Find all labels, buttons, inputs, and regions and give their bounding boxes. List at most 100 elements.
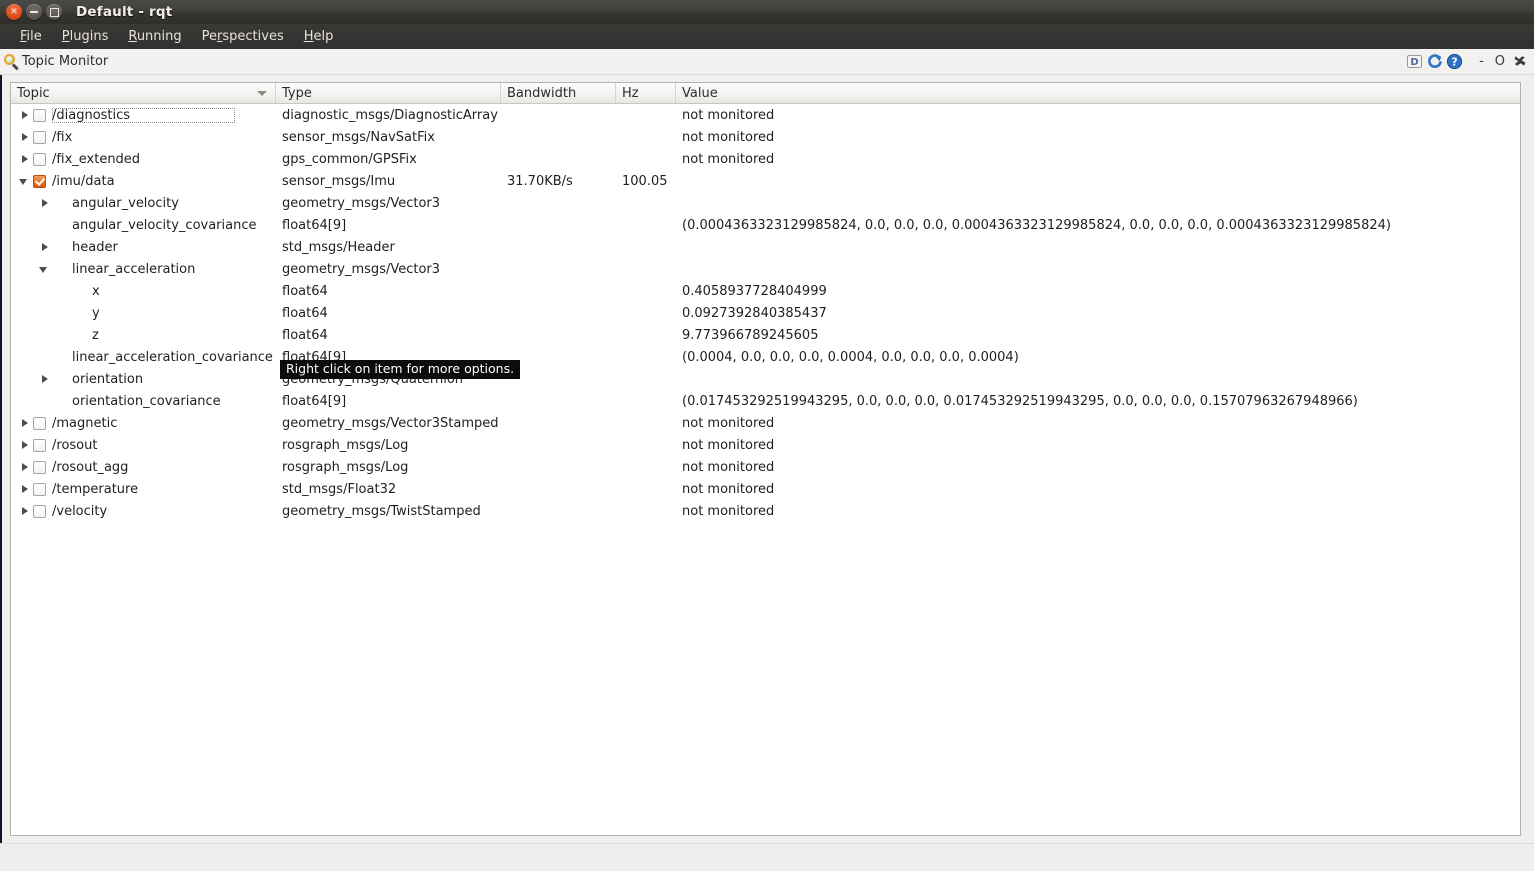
expand-arrow-closed-icon[interactable] bbox=[39, 198, 50, 209]
topic-monitor-checkbox[interactable] bbox=[33, 482, 46, 496]
table-row[interactable]: /fix sensor_msgs/NavSatFix not monitored bbox=[11, 126, 1520, 148]
menu-plugins[interactable]: Plugins bbox=[52, 27, 119, 46]
expand-arrow-closed-icon[interactable] bbox=[19, 132, 30, 143]
expand-arrow-open-icon[interactable] bbox=[39, 264, 50, 275]
topic-name-label: x bbox=[92, 283, 100, 299]
expand-arrow-closed-icon[interactable] bbox=[39, 374, 50, 385]
expand-arrow-closed-icon[interactable] bbox=[19, 440, 30, 451]
expand-arrow-closed-icon[interactable] bbox=[19, 484, 30, 495]
menu-help[interactable]: Help bbox=[294, 27, 344, 46]
cell-value: not monitored bbox=[682, 129, 775, 145]
topic-monitor-checkbox[interactable] bbox=[33, 108, 46, 122]
column-header-value[interactable]: Value bbox=[676, 83, 1520, 103]
reload-icon[interactable] bbox=[1426, 53, 1443, 70]
expand-arrow-closed-icon[interactable] bbox=[19, 418, 30, 429]
expand-arrow-closed-icon[interactable] bbox=[19, 506, 30, 517]
expand-arrow-open-icon[interactable] bbox=[19, 176, 30, 187]
table-row[interactable]: header std_msgs/Header bbox=[11, 236, 1520, 258]
table-row[interactable]: x float64 0.4058937728404999 bbox=[11, 280, 1520, 302]
table-row[interactable]: y float64 0.0927392840385437 bbox=[11, 302, 1520, 324]
cell-value: 0.0927392840385437 bbox=[682, 305, 827, 321]
topic-name-label: y bbox=[92, 305, 100, 321]
topic-name-label: angular_velocity bbox=[72, 195, 179, 211]
cell-topic: /diagnostics bbox=[11, 107, 276, 123]
table-row[interactable]: angular_velocity geometry_msgs/Vector3 bbox=[11, 192, 1520, 214]
topic-monitor-checkbox[interactable] bbox=[33, 130, 46, 144]
cell-value: (0.0004, 0.0, 0.0, 0.0, 0.0004, 0.0, 0.0… bbox=[682, 349, 1019, 365]
pane-float-button[interactable]: O bbox=[1491, 55, 1509, 68]
topic-tree[interactable]: Topic Type Bandwidth Hz Value /diagnosti… bbox=[10, 82, 1521, 836]
cell-value: not monitored bbox=[682, 151, 775, 167]
table-row[interactable]: /temperature std_msgs/Float32 not monitore… bbox=[11, 478, 1520, 500]
table-row[interactable]: linear_acceleration_covariance float64[9]… bbox=[11, 346, 1520, 368]
cell-topic: /rosout bbox=[11, 438, 276, 453]
table-row[interactable]: /rosout_agg rosgraph_msgs/Log not monitore… bbox=[11, 456, 1520, 478]
table-row[interactable]: orientationgeometry_msgs/Quaternion bbox=[11, 368, 1520, 390]
cell-value: not monitored bbox=[682, 459, 775, 475]
table-row[interactable]: orientation_covariance float64[9] (0.01745… bbox=[11, 390, 1520, 412]
topic-monitor-checkbox[interactable] bbox=[33, 174, 46, 188]
window-minimize-button[interactable] bbox=[26, 4, 42, 20]
window-close-button[interactable]: ✕ bbox=[6, 4, 22, 20]
window-controls: ✕ bbox=[6, 4, 62, 20]
column-header-bandwidth[interactable]: Bandwidth bbox=[501, 83, 616, 103]
expand-arrow-closed-icon[interactable] bbox=[39, 242, 50, 253]
topic-monitor-checkbox[interactable] bbox=[33, 152, 46, 166]
table-row[interactable]: angular_velocity_covariance float64[9] (0.… bbox=[11, 214, 1520, 236]
table-row[interactable]: /velocity geometry_msgs/TwistStamped not m… bbox=[11, 500, 1520, 522]
topic-name-label: linear_acceleration bbox=[72, 261, 196, 277]
help-icon[interactable]: ? bbox=[1446, 53, 1463, 70]
menu-file[interactable]: File bbox=[10, 27, 52, 46]
column-header-hz[interactable]: Hz bbox=[616, 83, 676, 103]
table-row[interactable]: /rosout rosgraph_msgs/Log not monitored bbox=[11, 434, 1520, 456]
expand-arrow-closed-icon[interactable] bbox=[19, 110, 30, 121]
cell-type: diagnostic_msgs/DiagnosticArray bbox=[282, 107, 498, 123]
svg-text:?: ? bbox=[1452, 56, 1458, 68]
dock-detach-icon[interactable]: D bbox=[1406, 53, 1423, 70]
menu-running[interactable]: Running bbox=[118, 27, 191, 46]
cell-topic: /temperature bbox=[11, 482, 276, 497]
column-header-type[interactable]: Type bbox=[276, 83, 501, 103]
topic-name-label: /imu/data bbox=[52, 173, 115, 189]
table-row[interactable]: /magnetic geometry_msgs/Vector3Stamped not… bbox=[11, 412, 1520, 434]
table-row[interactable]: /imu/data sensor_msgs/Imu 31.70KB/s 100.05 bbox=[11, 170, 1520, 192]
topic-name-label: z bbox=[92, 327, 99, 343]
cell-type: float64 bbox=[282, 283, 328, 299]
topic-monitor-checkbox[interactable] bbox=[33, 416, 46, 430]
cell-type: sensor_msgs/NavSatFix bbox=[282, 129, 435, 145]
cell-hz: 100.05 bbox=[622, 173, 668, 189]
topic-monitor-checkbox[interactable] bbox=[33, 460, 46, 474]
topic-monitor-checkbox[interactable] bbox=[33, 438, 46, 452]
expand-arrow-closed-icon[interactable] bbox=[19, 154, 30, 165]
topic-name-label: /velocity bbox=[52, 503, 108, 519]
window-title: Default - rqt bbox=[76, 4, 173, 20]
pane-minimize-button[interactable]: - bbox=[1475, 55, 1488, 68]
table-row[interactable]: /fix_extended gps_common/GPSFix not monito… bbox=[11, 148, 1520, 170]
table-row[interactable]: /diagnostics diagnostic_msgs/DiagnosticAr… bbox=[11, 104, 1520, 126]
cell-topic: orientation_covariance bbox=[11, 394, 276, 409]
column-header-topic[interactable]: Topic bbox=[11, 83, 276, 103]
cell-value: not monitored bbox=[682, 503, 775, 519]
cell-topic: y bbox=[11, 306, 276, 321]
window-maximize-button[interactable] bbox=[46, 4, 62, 20]
topic-name-label: orientation_covariance bbox=[72, 393, 221, 409]
topic-tree-body: /diagnostics diagnostic_msgs/DiagnosticAr… bbox=[11, 104, 1520, 522]
cell-type: float64[9] bbox=[282, 393, 347, 409]
cell-bandwidth: 31.70KB/s bbox=[507, 173, 573, 189]
cell-type: std_msgs/Header bbox=[282, 239, 395, 255]
cell-type: gps_common/GPSFix bbox=[282, 151, 417, 167]
pane-close-icon[interactable] bbox=[1512, 53, 1529, 70]
cell-topic: orientation bbox=[11, 372, 276, 387]
column-header-type-label: Type bbox=[282, 85, 312, 101]
expand-arrow-closed-icon[interactable] bbox=[19, 462, 30, 473]
cell-topic: angular_velocity_covariance bbox=[11, 218, 276, 233]
menu-perspectives[interactable]: Perspectives bbox=[192, 27, 294, 46]
table-row[interactable]: z float64 9.773966789245605 bbox=[11, 324, 1520, 346]
cell-type: float64[9] bbox=[282, 217, 347, 233]
table-row[interactable]: linear_acceleration geometry_msgs/Vector3 bbox=[11, 258, 1520, 280]
topic-monitor-checkbox[interactable] bbox=[33, 504, 46, 518]
